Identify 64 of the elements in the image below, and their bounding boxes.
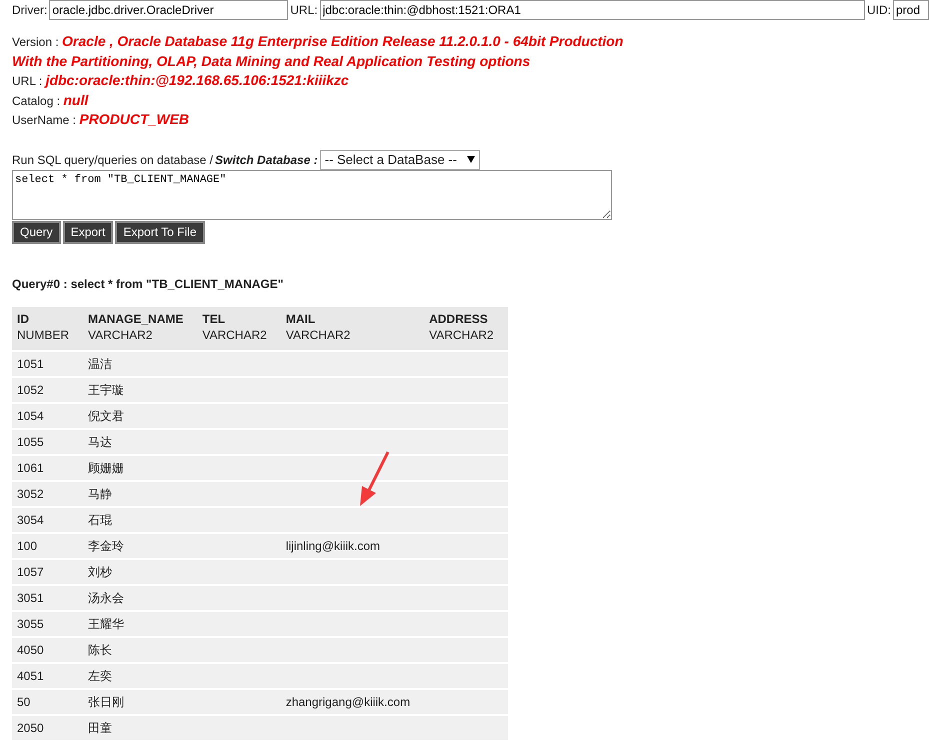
prompt-text: Run SQL query/queries on database / [12,152,214,168]
info-value: PRODUCT_WEB [79,111,190,128]
table-cell: 田童 [83,714,198,740]
info-label: URL : [12,74,44,88]
table-cell: 100 [12,532,84,558]
input-field[interactable]: jdbc:oracle:thin:@dbhost:1521:ORA1 [320,0,865,20]
table-cell: 2050 [12,714,84,740]
table-cell: lijinling@kiiik.com [280,532,424,558]
table-cell: 李金玲 [83,532,198,558]
column-type: VARCHAR2 [202,327,267,344]
info-label: UserName : [12,113,78,128]
field-label: UID: [867,2,891,18]
table-cell: 王耀华 [83,610,198,636]
field-label: Driver: [12,2,48,18]
table-cell: 4050 [12,636,84,662]
column-type: VARCHAR2 [429,327,494,344]
table-cell: 1055 [12,428,84,454]
query-title: Query#0 : select * from "TB_CLIENT_MANAGE" [12,276,284,293]
action-button[interactable]: Export [62,220,114,244]
table-cell: 王宇璇 [83,376,198,402]
table-cell: 张日刚 [83,688,198,714]
table-cell: 汤永会 [83,584,198,610]
table-cell: 马静 [83,480,198,506]
table-cell: 50 [12,688,84,714]
input-field[interactable]: oracle.jdbc.driver.OracleDriver [49,0,288,20]
switch-label: Switch Database : [215,152,318,168]
column-name: ADDRESS [429,310,489,328]
column-type: VARCHAR2 [88,327,154,344]
input-field[interactable]: prod [893,0,929,20]
sql-input[interactable]: select * from "TB_CLIENT_MANAGE" [12,170,612,220]
column-name: MANAGE_NAME [88,310,184,328]
table-cell: 石琨 [83,506,198,532]
table-cell: 1051 [12,350,84,376]
column-name: TEL [202,310,226,328]
table-cell: zhangrigang@kiiik.com [280,688,424,714]
action-button[interactable]: Query [12,220,61,244]
column-type: NUMBER [17,327,70,344]
column-type: VARCHAR2 [286,327,352,344]
table-cell: 3055 [12,610,84,636]
table-cell: 4051 [12,662,84,688]
table-cell: 1061 [12,454,84,480]
caret-icon [466,156,475,164]
table-cell: 1052 [12,376,84,402]
table-cell: 顾姗姗 [83,454,198,480]
table-cell: 3052 [12,480,84,506]
info-value: null [63,92,88,108]
database-select[interactable]: -- Select a DataBase -- [320,150,480,170]
arrow-annotation [360,451,390,506]
table-cell: 温洁 [83,350,198,376]
table-cell: 陈长 [83,636,198,662]
table-cell: 1054 [12,402,84,428]
table-cell: 左奕 [83,662,198,688]
info-label: Catalog : [12,94,62,108]
table-cell: 1057 [12,558,84,584]
table-cell: 马达 [83,428,198,454]
table-cell: 3051 [12,584,84,610]
column-name: ID [17,310,30,328]
table-cell: 倪文君 [83,402,198,428]
column-name: MAIL [286,310,316,328]
field-label: URL: [290,2,318,18]
info-value: jdbc:oracle:thin:@192.168.65.106:1521:kiiikzc [46,72,349,88]
table-cell: 刘杪 [83,558,198,584]
action-button[interactable]: Export To File [115,220,205,244]
table-cell: 3054 [12,506,84,532]
